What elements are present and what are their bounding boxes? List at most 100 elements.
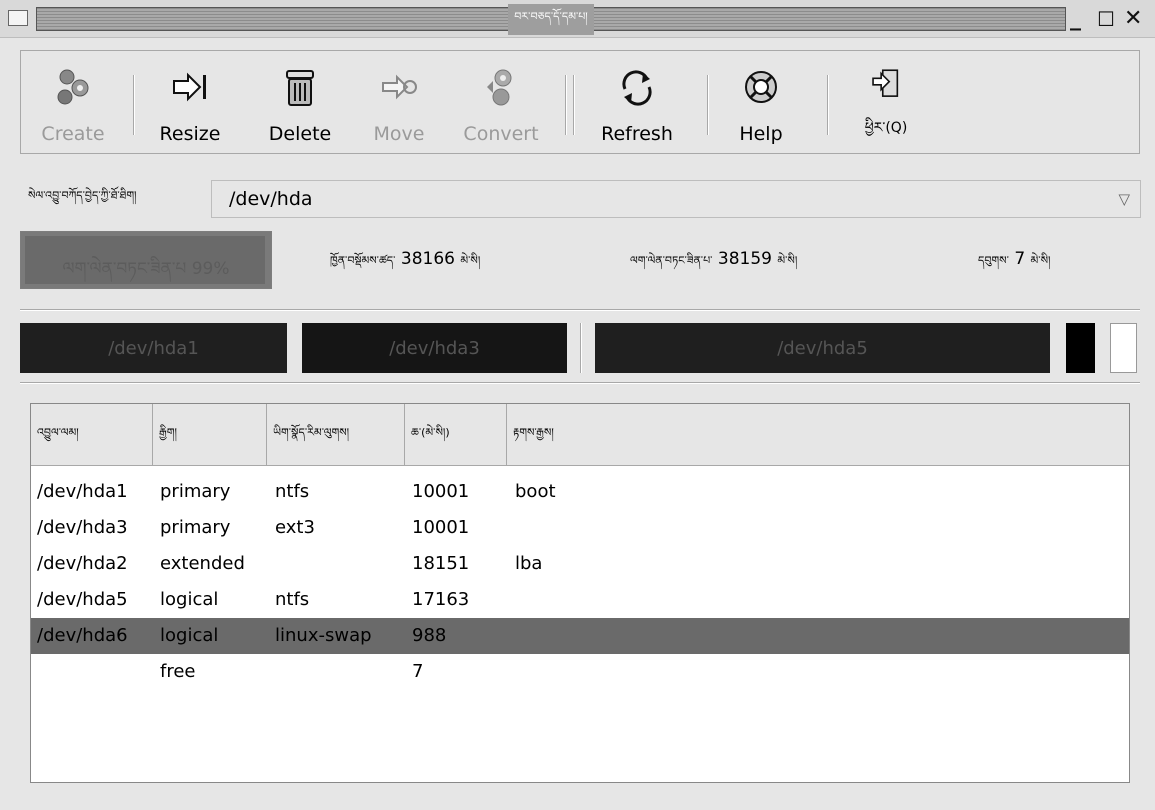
free-size-label: དབུགས་ (978, 254, 1009, 267)
convert-icon (487, 69, 512, 106)
table-row[interactable]: free 7 (31, 654, 1129, 690)
refresh-label: Refresh (601, 123, 673, 145)
delete-button[interactable]: Delete (255, 61, 345, 151)
device-value: /dev/hda (229, 188, 313, 210)
column-header-size[interactable]: ཆ་(མེ་སི།) (405, 404, 507, 466)
table-row[interactable]: /dev/hda2 extended 18151 lba (31, 546, 1129, 582)
cell-type: logical (160, 625, 219, 646)
help-label: Help (739, 123, 783, 145)
cell-flags: boot (515, 481, 556, 502)
help-lifebuoy-icon (745, 71, 777, 103)
quit-button[interactable]: ཕྱིར་(Q) (841, 61, 931, 151)
partition-map-hda1[interactable]: /dev/hda1 (20, 323, 287, 373)
usage-progress-text: ལག་ལེན་བཏང་ཟིན་པ 99% (62, 259, 230, 279)
used-size-stat: ལག་ལེན་བཏང་ཟིན་པ་ 38159 མེ་སི། (630, 248, 797, 279)
partition-map-free[interactable] (1110, 323, 1137, 373)
table-row[interactable]: /dev/hda6 logical linux-swap 988 (31, 618, 1129, 654)
partition-map-label: /dev/hda1 (108, 337, 199, 359)
cell-size: 10001 (412, 517, 470, 538)
cell-partition: /dev/hda1 (37, 481, 128, 502)
table-row[interactable]: /dev/hda3 primary ext3 10001 (31, 510, 1129, 546)
divider (20, 382, 1140, 384)
table-header: འབྱུལ་ལམ། རྒྱིག། ཡིག་སྣོད་རིམ་ལུགས། ཆ་(མ… (31, 404, 1129, 466)
exit-door-icon (872, 69, 899, 97)
resize-button[interactable]: Resize (145, 61, 235, 151)
delete-label: Delete (268, 123, 332, 145)
cell-size: 7 (412, 661, 424, 682)
move-label: Move (373, 123, 425, 145)
move-arrow-icon (382, 74, 417, 100)
total-size-label: ཁྱོན་བསྡོམས་ཚད་ (330, 254, 396, 267)
cell-filesystem: ext3 (275, 517, 315, 538)
cell-size: 18151 (412, 553, 470, 574)
cell-size: 10001 (412, 481, 470, 502)
cell-filesystem: ntfs (275, 589, 310, 610)
move-button[interactable]: Move (359, 61, 439, 151)
refresh-icon (622, 70, 652, 106)
partition-map-label: /dev/hda5 (777, 337, 868, 359)
column-header-flags[interactable]: རྟགས་རྒྱས། (507, 404, 1129, 466)
partition-map-hda5[interactable]: /dev/hda5 (595, 323, 1050, 373)
toolbar-separator (133, 75, 135, 135)
cell-size: 17163 (412, 589, 470, 610)
create-label: Create (41, 123, 105, 145)
partition-table[interactable]: འབྱུལ་ལམ། རྒྱིག། ཡིག་སྣོད་རིམ་ལུགས། ཆ་(མ… (30, 403, 1130, 783)
cell-partition: /dev/hda3 (37, 517, 128, 538)
refresh-button[interactable]: Refresh (587, 61, 687, 151)
partition-map-hda6[interactable] (1066, 323, 1095, 373)
window-menu-button[interactable] (8, 10, 28, 26)
cell-type: logical (160, 589, 219, 610)
cell-partition: /dev/hda5 (37, 589, 128, 610)
window-title: བར་བཅད་དོ་དམ་པ། (508, 3, 594, 35)
chevron-down-icon: ▽ (1118, 190, 1130, 208)
total-size-value: 38166 (400, 249, 455, 269)
close-button[interactable]: ✕ (1124, 6, 1142, 32)
cell-type: primary (160, 481, 231, 502)
title-bar[interactable]: བར་བཅད་དོ་དམ་པ། _ ☐ ✕ (0, 0, 1155, 38)
create-gears-icon (57, 69, 89, 105)
used-size-label: ལག་ལེན་བཏང་ཟིན་པ་ (630, 254, 713, 267)
cell-flags: lba (515, 553, 543, 574)
cell-partition: /dev/hda6 (37, 625, 128, 646)
resize-label: Resize (159, 123, 221, 145)
toolbar-separator (573, 75, 575, 135)
toolbar-separator (565, 75, 567, 135)
total-size-stat: ཁྱོན་བསྡོམས་ཚད་ 38166 མེ་སི། (330, 248, 480, 279)
maximize-button[interactable]: ☐ (1097, 6, 1115, 32)
divider (20, 309, 1140, 311)
cell-filesystem: ntfs (275, 481, 310, 502)
total-size-unit: མེ་སི། (460, 254, 481, 267)
cell-type: free (160, 661, 196, 682)
create-button[interactable]: Create (33, 61, 113, 151)
toolbar-separator (827, 75, 829, 135)
resize-arrow-icon (173, 72, 206, 102)
title-strip[interactable]: བར་བཅད་དོ་དམ་པ། (36, 3, 1066, 35)
cell-type: extended (160, 553, 245, 574)
cell-type: primary (160, 517, 231, 538)
quit-label: ཕྱིར་(Q) (864, 120, 908, 136)
used-size-unit: མེ་སི། (777, 254, 798, 267)
toolbar: Create Resize Delete Move Convert Refres… (20, 50, 1140, 154)
partition-map-hda3[interactable]: /dev/hda3 (302, 323, 567, 373)
cell-filesystem: linux-swap (275, 625, 372, 646)
minimize-button[interactable]: _ (1070, 6, 1081, 32)
column-header-filesystem[interactable]: ཡིག་སྣོད་རིམ་ལུགས། (267, 404, 405, 466)
column-header-partition[interactable]: འབྱུལ་ལམ། (31, 404, 153, 466)
free-size-unit: མེ་སི། (1030, 254, 1051, 267)
toolbar-separator (707, 75, 709, 135)
cell-partition: /dev/hda2 (37, 553, 128, 574)
table-row[interactable]: /dev/hda5 logical ntfs 17163 (31, 582, 1129, 618)
device-label: སེལ་འབྱུ་བཀོད་བྱེད་ཀྱི་ཐོ་ཐིག། (28, 189, 137, 202)
trash-can-icon (286, 70, 314, 106)
help-button[interactable]: Help (721, 61, 801, 151)
partition-map-label: /dev/hda3 (389, 337, 480, 359)
column-header-type[interactable]: རྒྱིག། (153, 404, 267, 466)
usage-progress-bar: ལག་ལེན་བཏང་ཟིན་པ 99% (20, 231, 272, 289)
partition-map-separator (580, 323, 582, 373)
convert-label: Convert (463, 123, 539, 145)
convert-button[interactable]: Convert (451, 61, 551, 151)
table-row[interactable]: /dev/hda1 primary ntfs 10001 boot (31, 474, 1129, 510)
free-size-stat: དབུགས་ 7 མེ་སི། (978, 248, 1050, 279)
device-select[interactable]: /dev/hda ▽ (211, 180, 1141, 218)
cell-size: 988 (412, 625, 447, 646)
